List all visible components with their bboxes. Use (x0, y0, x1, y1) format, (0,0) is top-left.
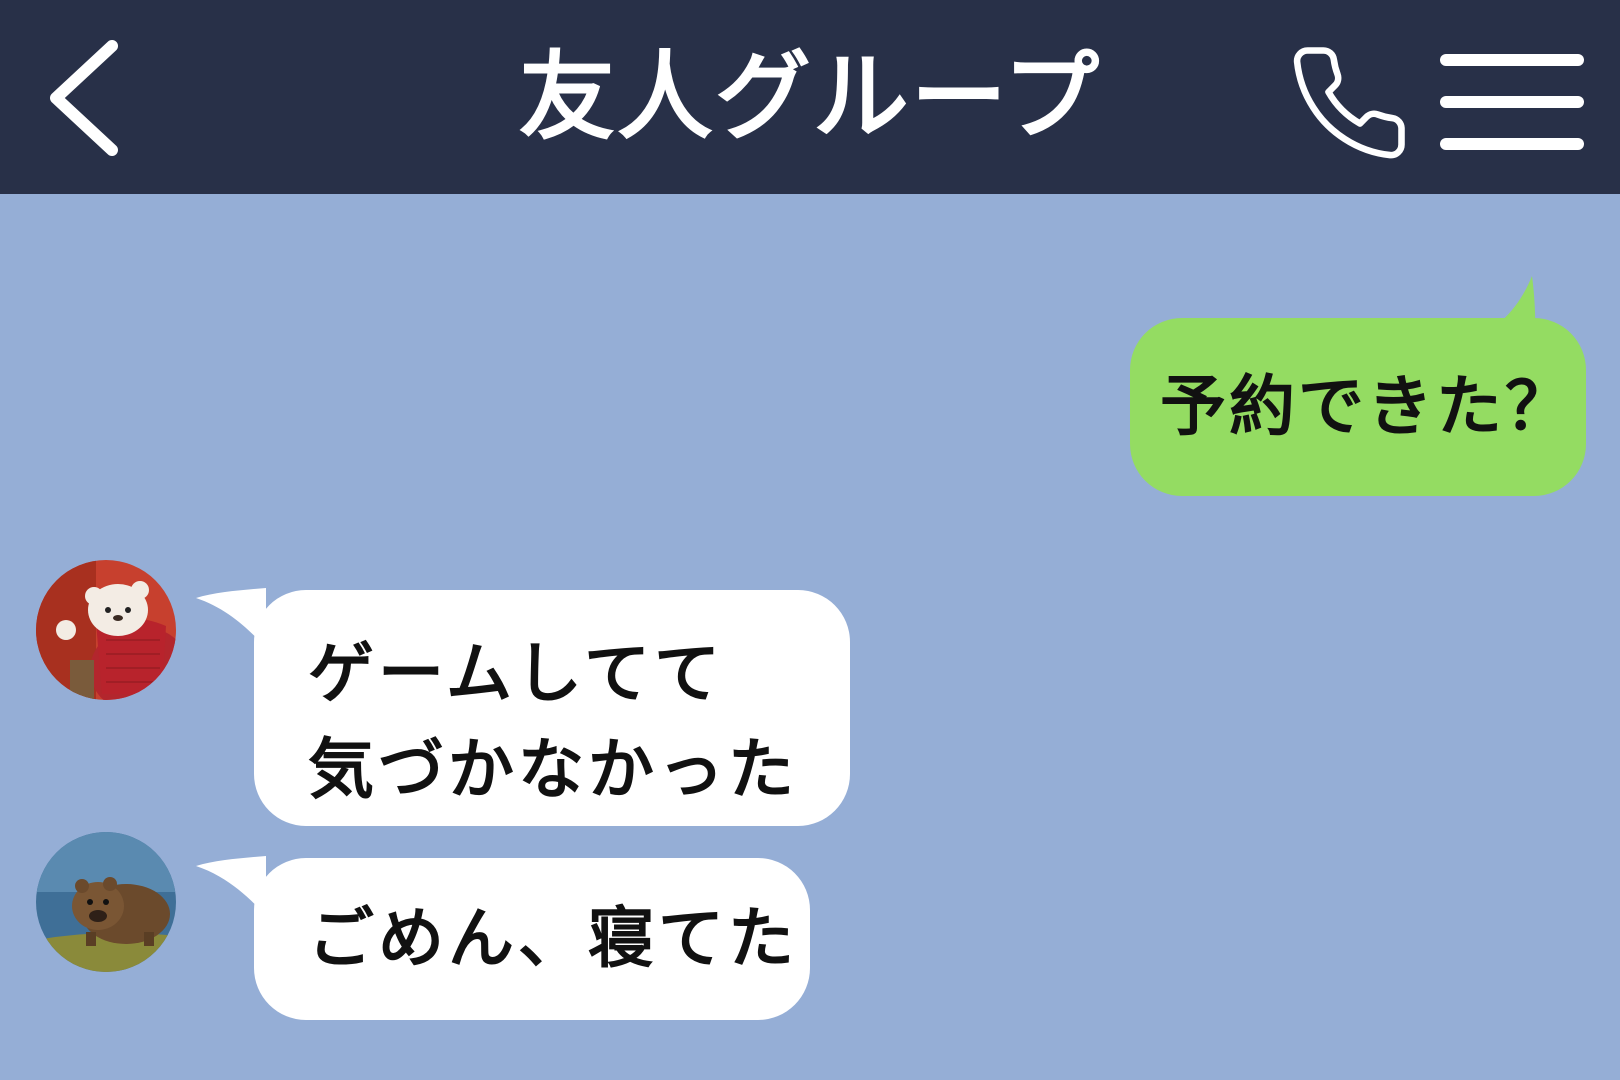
hamburger-menu-icon (1440, 54, 1584, 150)
incoming-message-bubble[interactable]: ごめん、寝てた (254, 858, 810, 1020)
incoming-message-bubble[interactable]: ゲームしてて 気づかなかった (254, 590, 850, 826)
chat-message-area[interactable]: 予約できた？ ゲームしてて 気づかなかった ごめん、寝てた (0, 194, 1620, 1080)
menu-button[interactable] (1438, 50, 1586, 154)
message-text: 予約できた？ (1160, 368, 1574, 445)
chat-title: 友人グループ (518, 41, 1102, 153)
chat-header: 友人グループ (0, 0, 1620, 194)
call-button[interactable] (1286, 40, 1412, 166)
wombat-avatar (36, 832, 176, 972)
back-button[interactable] (40, 36, 130, 160)
message-text-line: 気づかなかった (308, 731, 798, 808)
message-text: ごめん、寝てた (308, 900, 798, 977)
message-text-line: ゲームしてて (308, 635, 725, 712)
avatar[interactable] (36, 832, 176, 972)
crochet-toy-avatar (36, 560, 176, 700)
chevron-left-icon (50, 40, 118, 156)
phone-icon (1293, 47, 1405, 159)
avatar[interactable] (36, 560, 176, 700)
outgoing-message-bubble[interactable]: 予約できた？ (1130, 318, 1586, 496)
